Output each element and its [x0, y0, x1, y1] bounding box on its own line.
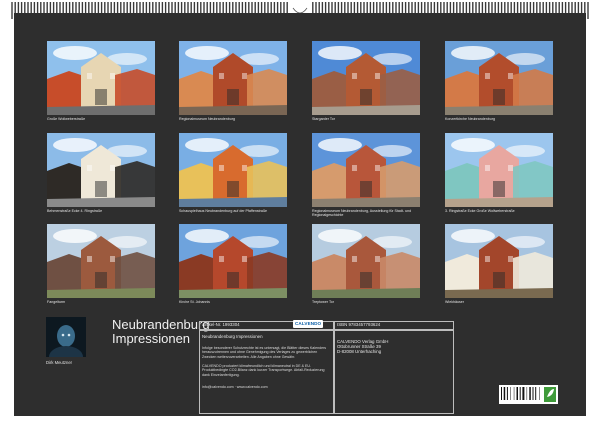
isbn: ISBN 9783457793624 [337, 322, 381, 327]
photo-colorful [179, 133, 287, 207]
photo-church [445, 41, 553, 115]
photo-caption: Behmenstraße Ecke 4. Ringstraße [47, 209, 103, 213]
photo-caption: Fangelturm [47, 300, 66, 304]
photo-caption: Treptower Tor [312, 300, 334, 304]
photo-redchurch [179, 224, 287, 298]
photo-caption: Schauspielhaus Neubrandenburg auf der Pf… [179, 209, 268, 213]
photo-caption: Konzertkirche Neubrandenburg [445, 117, 495, 121]
article-number: Artikel-Nr. 1993304 [202, 322, 240, 327]
publisher-city: D-82008 Unterhaching [337, 349, 382, 354]
photo-caption: Kirche St. Johannis [179, 300, 210, 304]
photo-caption: Stargarder Tor [312, 117, 335, 121]
photo-gate [179, 41, 287, 115]
product-description: Infolge besonderer Schutzrechte ist es u… [202, 346, 327, 359]
photo-wall [312, 224, 420, 298]
photo-caption: Regionalmuseum Neubrandenburg [179, 117, 235, 121]
photo-tower [312, 41, 420, 115]
author-portrait [46, 317, 86, 357]
photo-pastel [445, 133, 553, 207]
photo-caption: Wiekhäuser [445, 300, 464, 304]
photo-caption: Große Wollweberstraße [47, 117, 86, 121]
calvendo-logo-text: CALVENDO [295, 321, 322, 327]
contact-line: info@calvendo.com · www.calvendo.com [202, 385, 268, 389]
barcode [499, 385, 558, 404]
photo-wiekhaus [445, 224, 553, 298]
photo-museum [312, 133, 420, 207]
photo-street [47, 41, 155, 115]
product-name: Neubrandenburg Impressionen [202, 334, 263, 339]
photo-halftimber [47, 133, 155, 207]
eco-note: CALVENDO produziert klimafreundlich und … [202, 364, 325, 377]
photo-roundtower [47, 224, 155, 298]
photo-caption: Regionalmuseum Neubrandenburg, Ausstellu… [312, 209, 412, 217]
calendar-back-page: Große Wollweberstraße Regionalmuseum Neub… [14, 13, 586, 416]
author-name: Dirk Meutzner [46, 360, 73, 365]
photo-caption: 3. Ringstraße Ecke Große Wollweberstraße [445, 209, 515, 213]
calvendo-logo: CALVENDO [293, 320, 323, 328]
